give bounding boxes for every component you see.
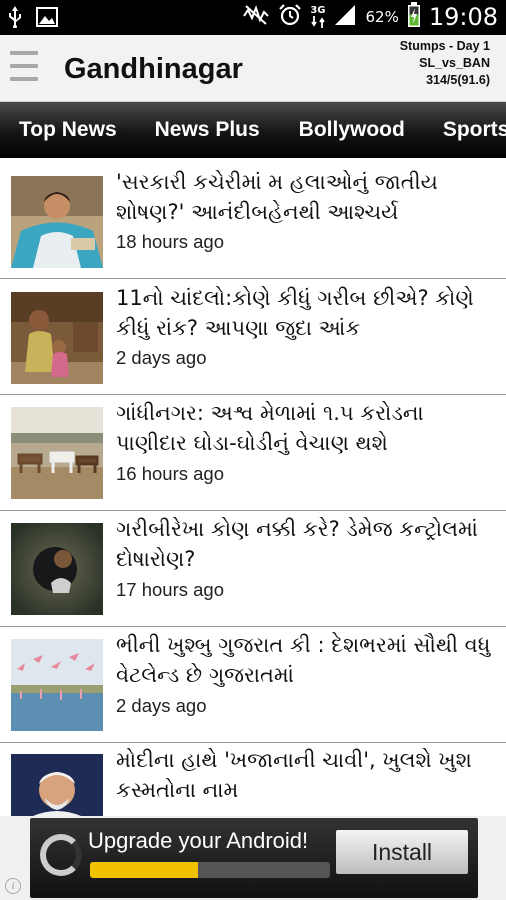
status-bar: 3G 62% 19:08 [0,0,506,35]
news-list: 'સરકારી કચેરીમાં મ હલાઓનું જાતીય શોષણ?' … [0,158,506,816]
loading-icon [40,834,82,876]
news-thumbnail [11,176,103,268]
clock: 19:08 [428,3,498,31]
mute-icon [242,4,270,30]
ad-progress-bar [90,862,330,878]
app-title: Gandhinagar [64,53,243,85]
ad-banner[interactable]: Upgrade your Android! Install i [0,816,506,900]
news-title: ભીની ખુશ્બુ ગુજરાત કી : દેશભરમાં સૌથી વધ… [116,633,491,687]
news-time: 17 hours ago [116,579,225,600]
cricket-score[interactable]: Stumps - Day 1 SL_vs_BAN 314/5(91.6) [400,38,490,89]
news-item[interactable]: 'સરકારી કચેરીમાં મ હલાઓનું જાતીય શોષણ?' … [0,158,506,279]
tab-sports[interactable]: Sports [443,118,506,142]
news-title: ગરીબીરેખા કોણ નક્કી કરે? ડેમેજ કન્ટ્રોલમ… [116,517,478,571]
usb-icon [8,6,22,32]
menu-icon[interactable] [10,51,38,85]
battery-percent: 62% [365,8,399,26]
news-item[interactable]: ભીની ખુશ્બુ ગુજરાત કી : દેશભરમાં સૌથી વધ… [0,627,506,743]
install-button[interactable]: Install [336,830,468,874]
news-time: 2 days ago [116,695,207,716]
news-thumbnail [11,754,103,816]
app-header: Gandhinagar Stumps - Day 1 SL_vs_BAN 314… [0,35,506,102]
news-thumbnail [11,523,103,615]
ad-text: Upgrade your Android! [88,828,309,853]
ad-progress-fill [90,862,198,878]
score-line-1: Stumps - Day 1 [399,39,490,53]
news-item[interactable]: મોદીના હાથે 'ખજાનાની ચાવી', ખુલશે ખુશ કસ… [0,743,506,816]
news-title: ગાંધીનગર: અશ્વ મેળામાં ૧.૫ કરોડના પાણીદા… [116,401,424,455]
3g-icon: 3G [310,6,325,28]
tab-news-plus[interactable]: News Plus [155,118,260,142]
signal-icon [333,3,357,31]
news-title: 'સરકારી કચેરીમાં મ હલાઓનું જાતીય શોષણ?' … [116,170,438,224]
tab-top-news[interactable]: Top News [19,118,117,142]
news-time: 18 hours ago [116,231,225,252]
score-line-2: SL_vs_BAN [419,56,490,70]
news-item[interactable]: ગરીબીરેખા કોણ નક્કી કરે? ડેમેજ કન્ટ્રોલમ… [0,511,506,627]
ad-content[interactable]: Upgrade your Android! Install [30,818,478,898]
category-tabs: Top News News Plus Bollywood Sports [0,102,506,158]
news-item[interactable]: 11નો ચાંદલો:કોણે કીધું ગરીબ છીએ? કોણે કી… [0,279,506,395]
battery-icon [407,2,421,32]
news-title: મોદીના હાથે 'ખજાનાની ચાવી', ખુલશે ખુશ કસ… [116,748,472,802]
alarm-icon [278,3,302,31]
image-icon [36,7,58,31]
score-line-3: 314/5(91.6) [426,73,490,87]
news-thumbnail [11,407,103,499]
news-time: 16 hours ago [116,463,225,484]
news-thumbnail [11,639,103,731]
news-thumbnail [11,292,103,384]
info-icon[interactable]: i [5,878,21,894]
news-title: 11નો ચાંદલો:કોણે કીધું ગરીબ છીએ? કોણે કી… [116,286,474,340]
news-item[interactable]: ગાંધીનગર: અશ્વ મેળામાં ૧.૫ કરોડના પાણીદા… [0,395,506,511]
news-time: 2 days ago [116,347,207,368]
tab-bollywood[interactable]: Bollywood [299,118,405,142]
